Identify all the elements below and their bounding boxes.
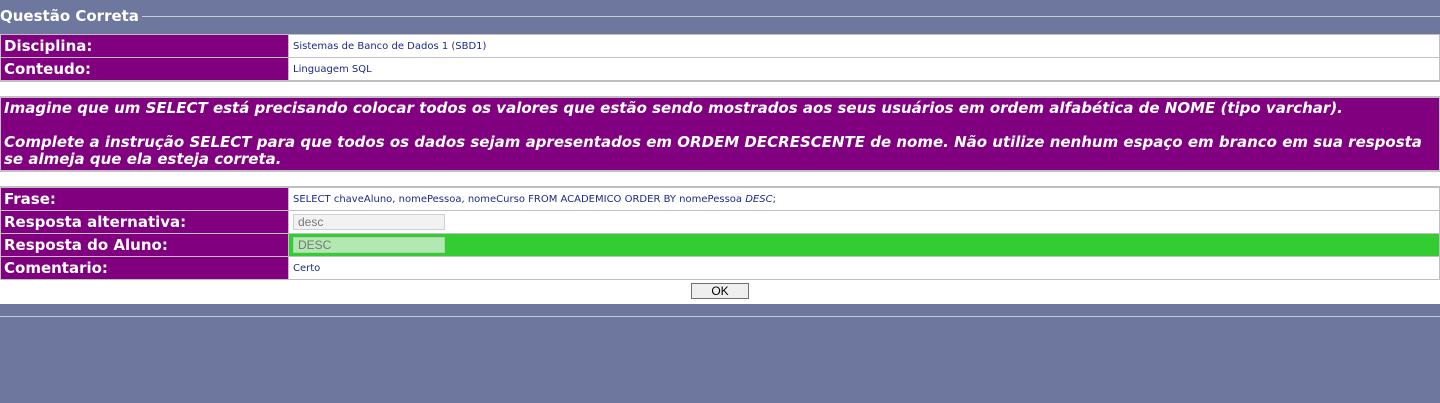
phrase-suffix: ; [772,193,776,205]
result-legend: Questão Correta [0,7,142,25]
ok-button[interactable]: OK [691,283,749,299]
phrase-value: SELECT chaveAluno, nomePessoa, nomeCurso… [288,187,1440,211]
table-row: Frase: SELECT chaveAluno, nomePessoa, no… [0,187,1440,211]
fieldset-bottom-border [0,304,1440,317]
comment-label: Comentario: [0,256,289,280]
result-fieldset: Questão Correta [0,0,1440,34]
alt-answer-cell: desc [288,210,1440,234]
student-answer-cell: DESC [288,233,1440,257]
content-label: Conteudo: [0,57,289,81]
student-answer-field[interactable]: DESC [293,237,445,253]
discipline-value: Sistemas de Banco de Dados 1 (SBD1) [288,34,1440,58]
answer-table: Frase: SELECT chaveAluno, nomePessoa, no… [0,187,1440,280]
info-table: Disciplina: Sistemas de Banco de Dados 1… [0,34,1440,81]
student-answer-label: Resposta do Aluno: [0,233,289,257]
phrase-answer: DESC [745,193,773,205]
discipline-label: Disciplina: [0,34,289,58]
spacer [0,171,1440,187]
table-row: Comentario: Certo [0,256,1440,280]
fieldset-border [0,16,1440,17]
question-paragraph: Imagine que um SELECT está precisando co… [4,99,1343,117]
question-paragraph: Complete a instrução SELECT para que tod… [4,133,1422,168]
phrase-prefix: SELECT chaveAluno, nomePessoa, nomeCurso… [293,193,746,205]
ok-row: OK [0,280,1440,304]
table-row: Resposta alternativa: desc [0,210,1440,234]
content-value: Linguagem SQL [288,57,1440,81]
phrase-label: Frase: [0,187,289,211]
alt-answer-field[interactable]: desc [293,214,445,230]
comment-value: Certo [288,256,1440,280]
question-text: Imagine que um SELECT está precisando co… [0,97,1440,171]
table-row: Conteudo: Linguagem SQL [0,57,1440,81]
spacer [0,81,1440,97]
table-row: Resposta do Aluno: DESC [0,233,1440,257]
table-row: Disciplina: Sistemas de Banco de Dados 1… [0,34,1440,58]
alt-answer-label: Resposta alternativa: [0,210,289,234]
